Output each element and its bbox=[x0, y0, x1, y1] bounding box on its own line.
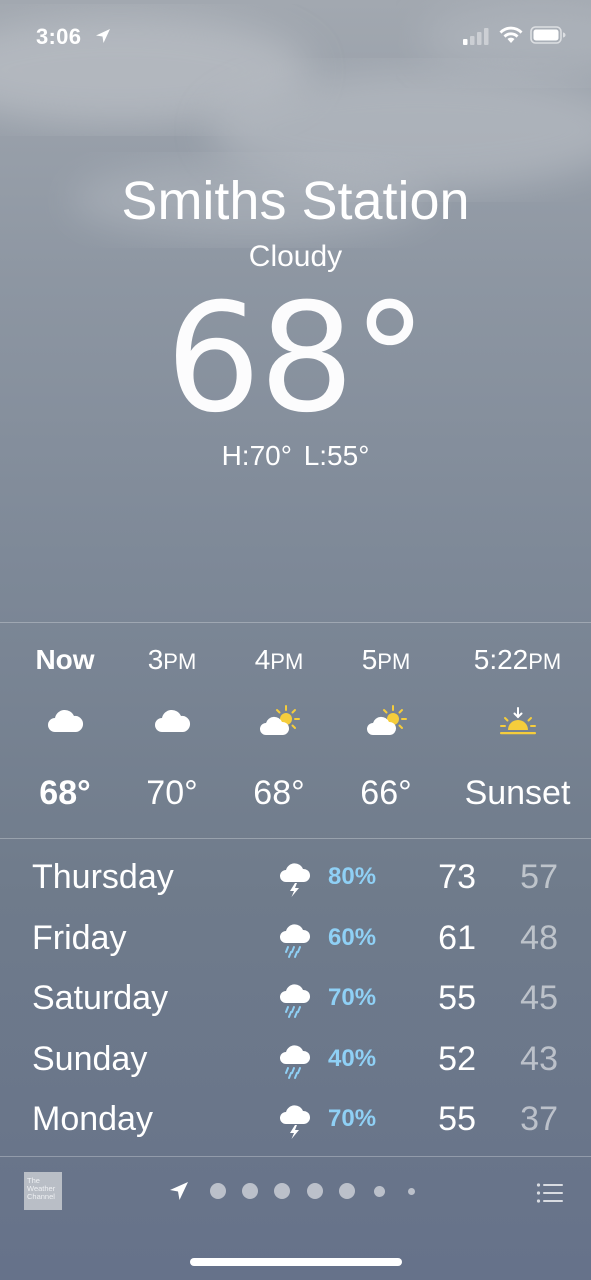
hourly-time-suffix: PM bbox=[377, 649, 411, 674]
rain-icon bbox=[276, 1042, 314, 1080]
current-temperature: 68° bbox=[0, 284, 591, 434]
hourly-temperature: Sunset bbox=[464, 774, 571, 812]
hourly-time-suffix: PM bbox=[270, 649, 304, 674]
hourly-item: 5PM 66° bbox=[331, 624, 441, 838]
daily-row: Thursday 80% 73 57 bbox=[0, 846, 591, 906]
high-temperature: 52 bbox=[438, 1039, 476, 1078]
hourly-item: 4PM 68° bbox=[224, 624, 334, 838]
hourly-time: 3PM bbox=[117, 644, 227, 676]
high-temperature: 61 bbox=[438, 918, 476, 957]
precip-chance: 70% bbox=[328, 1105, 377, 1132]
hourly-item: 3PM 70° bbox=[117, 624, 227, 838]
status-time: 3:06 bbox=[36, 24, 82, 49]
hourly-time-suffix: PM bbox=[163, 649, 197, 674]
day-name: Saturday bbox=[32, 979, 169, 1017]
high-temperature: 55 bbox=[438, 979, 476, 1017]
day-name: Monday bbox=[32, 1100, 153, 1138]
hourly-forecast[interactable]: Now 68° 3PM 70° 4PM 68° 5PM 66° 5:22PM Sunset bbox=[0, 624, 591, 838]
partly-sunny-icon bbox=[257, 704, 301, 740]
low-temperature: 43 bbox=[520, 1039, 558, 1078]
cloud-icon bbox=[43, 704, 87, 740]
divider bbox=[0, 838, 591, 839]
cloud-icon bbox=[150, 704, 194, 740]
precip-chance: 40% bbox=[328, 1044, 377, 1072]
hourly-temperature: 66° bbox=[360, 774, 412, 812]
low-temperature: 37 bbox=[520, 1100, 558, 1138]
high-temperature: 55 bbox=[438, 1100, 476, 1138]
rain-icon bbox=[276, 921, 314, 959]
page-dot[interactable] bbox=[210, 1183, 226, 1199]
daily-row: Monday 70% 55 37 bbox=[0, 1088, 591, 1148]
hourly-time-suffix: PM bbox=[528, 649, 562, 674]
hourly-time: Now bbox=[10, 644, 120, 676]
divider bbox=[0, 1156, 591, 1157]
daily-row: Friday 60% 61 48 bbox=[0, 907, 591, 967]
divider bbox=[0, 622, 591, 623]
status-bar: 3:06 bbox=[0, 0, 591, 72]
bottom-toolbar: The Weather Channel bbox=[0, 1158, 591, 1228]
hourly-temperature: 68° bbox=[253, 774, 305, 812]
hourly-item: Now 68° bbox=[10, 624, 120, 838]
hourly-time-value: 5 bbox=[361, 644, 378, 675]
home-indicator[interactable] bbox=[190, 1258, 402, 1266]
cellular-signal-icon bbox=[463, 28, 489, 45]
current-temperature-value: 68° bbox=[165, 272, 428, 446]
location-arrow-icon bbox=[96, 29, 110, 43]
low-temperature: 48 bbox=[520, 918, 558, 957]
rain-icon bbox=[276, 981, 314, 1019]
battery-icon bbox=[530, 26, 566, 44]
hourly-time: 4PM bbox=[224, 644, 334, 676]
daily-row: Saturday 70% 55 45 bbox=[0, 967, 591, 1027]
hourly-time-value: 3 bbox=[147, 644, 164, 675]
high-temperature: 73 bbox=[438, 858, 476, 896]
sunset-icon bbox=[496, 704, 540, 740]
day-name: Thursday bbox=[32, 858, 174, 896]
day-name: Friday bbox=[32, 918, 127, 957]
hourly-temperature: 70° bbox=[146, 774, 198, 812]
low-temperature: 57 bbox=[520, 858, 558, 896]
current-condition: Cloudy bbox=[248, 240, 343, 273]
precip-chance: 60% bbox=[328, 923, 377, 951]
hourly-time: 5PM bbox=[331, 644, 441, 676]
hourly-time: 5:22PM bbox=[460, 644, 575, 676]
hourly-time-value: 5:22 bbox=[473, 644, 529, 675]
thunderstorm-icon bbox=[276, 860, 314, 898]
page-dot[interactable] bbox=[339, 1183, 355, 1199]
weather-channel-logo[interactable]: The Weather Channel bbox=[24, 1172, 62, 1210]
precip-chance: 70% bbox=[328, 984, 377, 1011]
precip-chance: 80% bbox=[328, 863, 377, 890]
wifi-icon bbox=[499, 26, 523, 43]
high-low-temperature: H:70° L:55° bbox=[221, 440, 370, 471]
day-name: Sunday bbox=[32, 1039, 148, 1078]
thunderstorm-icon bbox=[276, 1102, 314, 1140]
city-list-icon[interactable] bbox=[536, 1182, 564, 1204]
hourly-time-value: Now bbox=[35, 644, 95, 675]
page-dot[interactable] bbox=[374, 1185, 385, 1197]
page-dot[interactable] bbox=[242, 1183, 258, 1199]
hourly-item: 5:22PM Sunset bbox=[460, 624, 575, 838]
hourly-temperature: 68° bbox=[39, 774, 91, 812]
page-dot[interactable] bbox=[408, 1187, 415, 1195]
low-temperature: 45 bbox=[520, 979, 558, 1017]
page-dot[interactable] bbox=[274, 1183, 290, 1199]
city-name: Smiths Station bbox=[121, 171, 470, 231]
location-arrow-icon bbox=[170, 1182, 188, 1200]
daily-row: Sunday 40% 52 43 bbox=[0, 1028, 591, 1088]
page-dot[interactable] bbox=[307, 1183, 323, 1199]
hourly-time-value: 4 bbox=[254, 644, 271, 675]
partly-sunny-icon bbox=[364, 704, 408, 740]
